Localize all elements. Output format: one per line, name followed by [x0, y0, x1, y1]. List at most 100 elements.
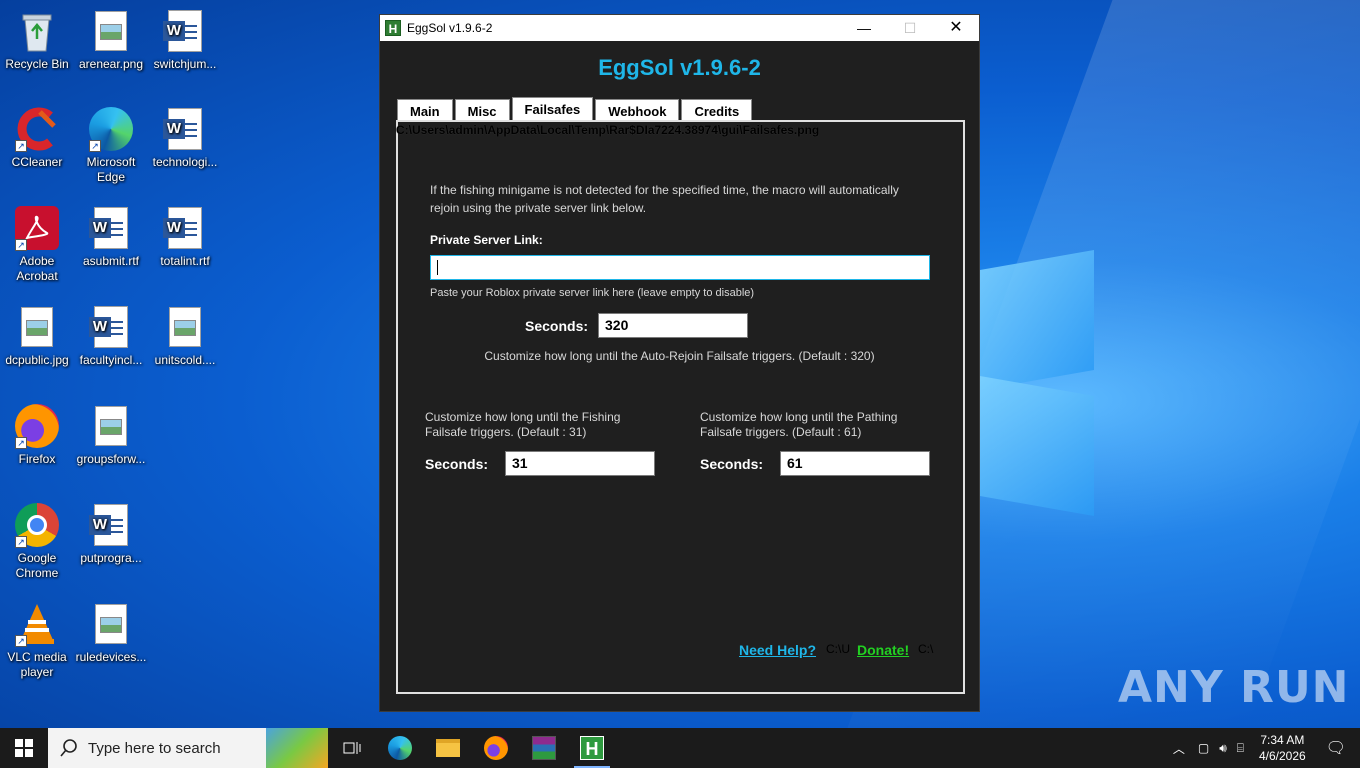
search-placeholder: Type here to search — [88, 739, 221, 757]
rejoin-desc: Customize how long until the Auto-Rejoin… — [484, 349, 875, 363]
desktop-icon-microsoft-edge[interactable]: ↗ Microsoft Edge — [74, 106, 148, 185]
desktop-icon-label: CCleaner — [11, 155, 63, 169]
system-tray: ︿ ▢ 🔊︎ ⌸ 7:34 AM 4/6/2026 🗨︎ — [1165, 728, 1360, 768]
app-icon: H — [385, 20, 401, 36]
window-title: EggSol v1.9.6-2 — [407, 21, 493, 35]
donate-link[interactable]: Donate! — [857, 642, 909, 658]
desktop-icon-label: unitscold.... — [154, 353, 216, 367]
desktop-icon-label: groupsforw... — [76, 452, 146, 466]
task-view-icon — [343, 742, 361, 754]
desktop-icon-adobe-acrobat[interactable]: ↗ Adobe Acrobat — [0, 205, 74, 284]
fishing-desc: Customize how long until the Fishing Fai… — [425, 410, 621, 439]
desktop-icon-label: Recycle Bin — [5, 57, 69, 71]
taskbar-firefox[interactable] — [472, 728, 520, 768]
taskbar-edge[interactable] — [376, 728, 424, 768]
winrar-icon — [532, 736, 556, 760]
desktop-icon-vlc[interactable]: ↗ VLC media player — [0, 601, 74, 680]
image-file-icon — [161, 304, 209, 350]
word-doc-icon: W — [87, 502, 135, 548]
desktop-icon-putprogra[interactable]: W putprogra... — [74, 502, 148, 566]
desktop-icon-groupsforw[interactable]: groupsforw... — [74, 403, 148, 467]
minimize-button[interactable]: — — [841, 15, 887, 41]
desktop-icon-dcpublic[interactable]: dcpublic.jpg — [0, 304, 74, 368]
ghost-path-text: C:\ — [918, 642, 934, 656]
tab-webhook[interactable]: Webhook — [595, 99, 680, 122]
ccleaner-icon: ↗ — [13, 106, 61, 152]
taskbar-winrar[interactable] — [520, 728, 568, 768]
tab-main[interactable]: Main — [397, 99, 453, 122]
file-explorer-icon — [436, 739, 460, 757]
desktop-icon-label: switchjum... — [153, 57, 217, 71]
taskbar: Type here to search H ︿ ▢ 🔊︎ ⌸ 7:34 AM 4… — [0, 728, 1360, 768]
desktop-icon-label: dcpublic.jpg — [5, 353, 69, 367]
app-heading: EggSol v1.9.6-2 — [598, 55, 761, 80]
desktop-icon-asubmit[interactable]: W asubmit.rtf — [74, 205, 148, 269]
meet-now-icon[interactable]: ▢ — [1198, 741, 1209, 755]
window-titlebar[interactable]: H EggSol v1.9.6-2 — ☐ ✕ — [380, 15, 979, 41]
desktop-icon-technologi[interactable]: W technologi... — [148, 106, 222, 170]
word-doc-icon: W — [161, 8, 209, 54]
desktop-icon-firefox[interactable]: ↗ Firefox — [0, 403, 74, 467]
taskbar-eggsol[interactable]: H — [568, 728, 616, 768]
clock[interactable]: 7:34 AM 4/6/2026 — [1259, 732, 1306, 764]
clock-date: 4/6/2026 — [1258, 749, 1306, 763]
failsafe-intro: If the fishing minigame is not detected … — [430, 183, 899, 215]
network-icon[interactable]: ⌸ — [1237, 741, 1244, 756]
word-doc-icon: W — [87, 304, 135, 350]
tab-bar: Main Misc Failsafes Webhook Credits — [397, 97, 754, 122]
tab-credits[interactable]: Credits — [681, 99, 753, 122]
image-file-icon — [87, 601, 135, 647]
desktop-icon-label: Google Chrome — [15, 551, 59, 580]
start-button[interactable] — [0, 728, 48, 768]
taskbar-search-box[interactable]: Type here to search — [48, 728, 328, 768]
desktop-icon-label: putprogra... — [80, 551, 142, 565]
desktop-icon-label: arenear.png — [78, 57, 144, 71]
need-help-link[interactable]: Need Help? — [739, 642, 816, 658]
fishing-seconds-input[interactable]: 31 — [505, 451, 655, 476]
desktop-icon-label: Firefox — [18, 452, 56, 466]
desktop-icon-label: Microsoft Edge — [86, 155, 136, 184]
desktop-icon-ruledevices[interactable]: ruledevices... — [74, 601, 148, 665]
notification-icon[interactable]: 🗨︎ — [1326, 738, 1346, 758]
windows-logo-wallpaper — [960, 249, 1096, 517]
private-server-input[interactable] — [430, 255, 930, 280]
rejoin-seconds-input[interactable]: 320 — [598, 313, 748, 338]
recycle-bin-icon — [13, 8, 61, 54]
pathing-seconds-label: Seconds: — [700, 456, 764, 472]
image-file-icon — [87, 403, 135, 449]
pathing-desc: Customize how long until the Pathing Fai… — [700, 410, 898, 439]
eggsol-icon: H — [580, 736, 604, 760]
desktop-icon-facultyincl[interactable]: W facultyincl... — [74, 304, 148, 368]
desktop-icon-switchjum[interactable]: W switchjum... — [148, 8, 222, 72]
edge-icon — [388, 736, 412, 760]
vlc-icon: ↗ — [13, 601, 61, 647]
image-file-icon — [13, 304, 61, 350]
desktop-icon-unitscold[interactable]: unitscold.... — [148, 304, 222, 368]
volume-icon[interactable]: 🔊︎ — [1219, 741, 1227, 756]
desktop-icon-label: Adobe Acrobat — [16, 254, 58, 283]
desktop-icon-label: technologi... — [152, 155, 218, 169]
tab-failsafes[interactable]: Failsafes — [511, 97, 594, 122]
task-view-button[interactable] — [328, 728, 376, 768]
clock-time: 7:34 AM — [1260, 733, 1305, 747]
word-doc-icon: W — [161, 205, 209, 251]
search-highlight-image — [266, 728, 328, 768]
chevron-up-icon[interactable]: ︿ — [1173, 740, 1185, 757]
desktop-icon-label: facultyincl... — [79, 353, 143, 367]
desktop-icon-recycle-bin[interactable]: Recycle Bin — [0, 8, 74, 72]
windows-start-icon — [15, 739, 33, 757]
desktop-icon-google-chrome[interactable]: ↗ Google Chrome — [0, 502, 74, 581]
maximize-button[interactable]: ☐ — [887, 15, 933, 41]
taskbar-file-explorer[interactable] — [424, 728, 472, 768]
desktop-icon-totalint[interactable]: W totalint.rtf — [148, 205, 222, 269]
tab-misc[interactable]: Misc — [454, 99, 510, 122]
path-overlay-text: C:\Users\admin\AppData\Local\Temp\Rar$DI… — [396, 123, 820, 137]
eggsol-window: H EggSol v1.9.6-2 — ☐ ✕ EggSol v1.9.6-2 … — [379, 14, 980, 712]
desktop-icon-arenear[interactable]: arenear.png — [74, 8, 148, 72]
desktop-icon-label: ruledevices... — [75, 650, 147, 664]
word-doc-icon: W — [87, 205, 135, 251]
pathing-seconds-input[interactable]: 61 — [780, 451, 930, 476]
desktop-icon-ccleaner[interactable]: ↗ CCleaner — [0, 106, 74, 170]
close-button[interactable]: ✕ — [933, 15, 979, 41]
search-icon — [60, 739, 77, 757]
